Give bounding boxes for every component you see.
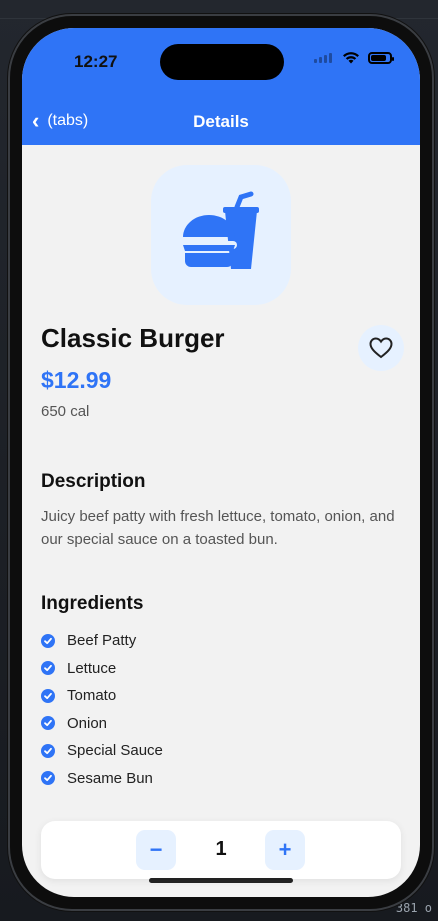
ingredient-item: Tomato [41,682,401,710]
checkmark-icon [41,743,55,758]
burger-and-drink-icon [181,191,259,269]
nav-title: Details [193,112,249,131]
status-time: 12:27 [74,52,118,71]
checkmark-icon [41,716,55,731]
ingredient-item: Onion [41,710,401,738]
product-image [151,165,291,305]
header-bar: 12:27 ‹ (tabs) Details [22,28,420,145]
cellular-signal-icon [314,53,334,63]
checkmark-icon [41,771,55,786]
ingredient-label: Lettuce [67,659,117,677]
ingredient-label: Special Sauce [67,742,163,760]
status-icons [314,52,394,64]
ingredient-label: Onion [67,714,108,732]
ingredients-heading: Ingredients [41,593,144,614]
product-price: $12.99 [41,367,112,393]
ingredient-item: Lettuce [41,655,401,683]
ingredient-item: Sesame Bun [41,765,401,793]
ingredient-label: Tomato [67,687,117,705]
details-content: Classic Burger $12.99 650 cal Descriptio… [22,145,420,897]
quantity-value: 1 [215,838,227,860]
checkmark-icon [41,633,55,648]
wifi-icon [342,52,360,64]
checkmark-icon [41,688,55,703]
home-indicator [149,878,293,883]
phone-frame: 12:27 ‹ (tabs) Details Classic Burger $1… [8,14,434,911]
ingredient-item: Special Sauce [41,737,401,765]
description-heading: Description [41,471,146,492]
dynamic-island [160,44,284,80]
quantity-stepper: − 1 + [41,821,401,879]
product-title: Classic Burger [41,323,225,353]
ingredient-item: Beef Patty [41,627,401,655]
checkmark-icon [41,661,55,676]
description-text: Juicy beef patty with fresh lettuce, tom… [41,508,395,548]
ingredients-list: Beef Patty Lettuce Tomato Onion Special … [41,627,401,792]
ingredient-label: Beef Patty [67,632,137,650]
battery-icon [368,52,394,64]
increase-quantity-button[interactable]: + [265,830,305,870]
phone-screen: 12:27 ‹ (tabs) Details Classic Burger $1… [22,28,420,897]
favorite-button[interactable] [358,325,404,371]
product-calories: 650 cal [41,403,90,420]
heart-icon [369,337,393,359]
ingredient-label: Sesame Bun [67,769,153,787]
plus-icon: + [278,837,292,862]
background-code-snippet: 381 o [395,901,432,915]
